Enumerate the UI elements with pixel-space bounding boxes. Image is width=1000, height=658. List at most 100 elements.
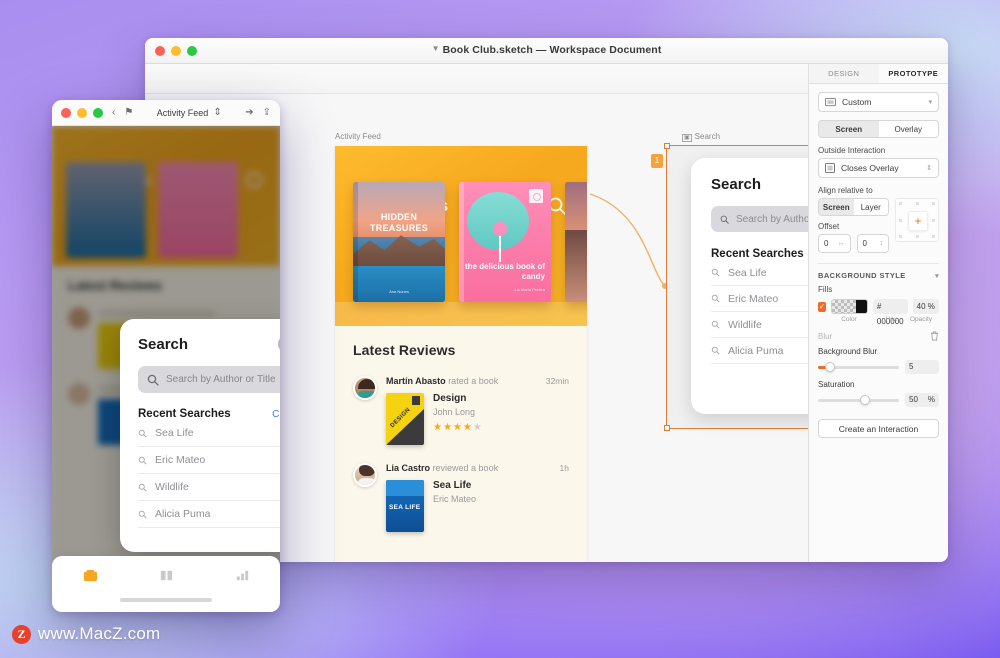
tab-books-icon[interactable] [158,567,175,589]
artboard-activity-feed[interactable]: New Books HIDDEN TREASURES Ana Nunes [335,146,587,562]
background-style-title: BACKGROUND STYLE [818,271,906,280]
search-overlay-title: Search [711,176,762,193]
book-cover-delicious-candy[interactable]: the delicious book of candy Lia Maria Pe… [459,182,551,302]
tab-prototype[interactable]: PROTOTYPE [878,64,948,83]
artboard1-label[interactable]: Activity Feed [335,132,381,141]
close-icon[interactable]: ✕ [278,335,280,353]
book-cover-third[interactable] [565,182,587,302]
artboard-icon: ▣ [682,134,692,142]
screen-overlay-toggle[interactable]: Screen Overlay [818,120,939,138]
share-icon[interactable]: ⇪ [263,107,271,118]
modal-header: Search ✕ [138,335,280,353]
caption-opacity: Opacity [909,316,933,323]
flag-icon[interactable]: ⚑ [124,107,133,118]
search-input[interactable]: Search by Author or Title [138,366,280,393]
background-blur-value[interactable]: 5 [905,360,939,374]
offset-y-value: 0 [862,239,867,248]
recent-searches-heading: Recent Searches [138,408,231,420]
recent-search-item[interactable]: Sea Life [711,260,808,286]
preset-value: Custom [842,97,872,107]
preset-dropdown[interactable]: Custom ▾ [818,92,939,112]
fill-row[interactable]: ✓ # 000000 40 % [818,299,939,326]
star-rating: ★★★★★ [433,422,483,433]
search-icon [711,294,720,303]
align-layer[interactable]: Layer [853,199,888,215]
chevron-left-icon[interactable]: ‹ [112,107,115,118]
outside-interaction-value: Closes Overlay [841,163,899,173]
trash-icon[interactable] [930,331,939,341]
tab-stats-icon[interactable] [234,567,251,589]
align-screen[interactable]: Screen [819,199,854,215]
search-modal[interactable]: Search ✕ Search by Author or Title Recen… [120,319,280,552]
review-action: rated a book [448,376,499,386]
segment-screen[interactable]: Screen [819,121,879,137]
watermark-text: www.MacZ.com [38,624,161,643]
preview-screen[interactable]: New Books Latest Reviews [52,126,280,612]
saturation-slider[interactable]: 50 % [818,393,939,407]
watermark-logo: Z [12,624,31,644]
fill-enabled-checkbox[interactable]: ✓ [818,301,827,312]
book-cover-sea-life[interactable]: SEA LIFE [386,480,424,532]
hotspot-badge[interactable]: 1 [651,154,663,168]
book-cover-design[interactable]: DESIGN [386,393,424,445]
tab-design[interactable]: DESIGN [809,64,879,83]
outside-interaction-dropdown[interactable]: Closes Overlay ⇕ [818,158,939,178]
slider-track[interactable] [818,362,899,372]
align-position-pad[interactable]: + [895,198,939,242]
slider-track[interactable] [818,395,899,405]
review-row[interactable]: Martín Abasto rated a book 32min DESIGN [353,376,569,445]
preview-traffic-lights[interactable] [61,107,103,118]
caption-color: Color [841,316,857,323]
artboard-handle[interactable] [664,143,670,149]
plus-icon[interactable]: + [908,211,928,231]
saturation-value[interactable]: 50 % [905,393,939,407]
color-swatch[interactable] [831,299,868,314]
chevron-down-icon: ▾ [928,99,932,106]
artboard2-label[interactable]: ▣ Search [682,132,720,142]
artboard-selector[interactable]: Activity Feed ⇕ [142,107,236,118]
recent-search-item[interactable]: Eric Mateo [711,286,808,312]
recent-search-item[interactable]: Wildlife [138,474,280,501]
preview-minimize-button[interactable] [77,107,87,118]
recent-search-item[interactable]: Eric Mateo [138,447,280,474]
screen-icon [825,97,836,106]
search-input[interactable]: Search by Author or Title [711,206,808,232]
inspector-tabs[interactable]: DESIGN PROTOTYPE [809,64,948,84]
cover-word: SEA LIFE [389,504,421,511]
background-style-header[interactable]: BACKGROUND STYLE ▾ [818,263,939,280]
book-title-2: the delicious book of candy [464,262,545,281]
book-title: Design [433,393,467,404]
title-caret-icon[interactable]: ▼ [432,44,440,53]
search-icon [138,429,147,437]
fills-label: Fills [818,285,833,294]
watermark: Z www.MacZ.com [12,624,160,644]
search-icon [147,374,159,386]
hex-field[interactable]: # 000000 [872,299,908,326]
clear-button[interactable]: Clear [272,409,280,420]
recent-search-item[interactable]: Sea Life [138,420,280,447]
search-overlay-layer: Search Search by Author or Title Recent … [691,158,808,414]
recent-search-item[interactable]: Alicia Puma [138,501,280,528]
recent-search-label: Wildlife [155,481,189,493]
arrow-right-circle-icon[interactable]: ➔ [245,107,253,118]
recent-search-item[interactable]: Alicia Puma [711,338,808,364]
create-interaction-button[interactable]: Create an Interaction [818,419,939,438]
opacity-field[interactable]: 40 % [912,299,939,314]
book-cover-hidden-treasures[interactable]: HIDDEN TREASURES Ana Nunes [353,182,445,302]
recent-search-label: Sea Life [155,427,194,439]
preview-close-button[interactable] [61,107,71,118]
segment-overlay[interactable]: Overlay [878,121,938,137]
background-blur-slider[interactable]: 5 [818,360,939,374]
align-relative-toggle[interactable]: Screen Layer [818,198,889,216]
offset-x-field[interactable]: 0 ↔ [818,234,851,253]
offset-y-field[interactable]: 0 ↕ [856,234,889,253]
artboard-handle[interactable] [664,425,670,431]
book-author-2: Lia Maria Pereira [514,287,545,292]
tab-library-icon[interactable] [82,567,99,589]
chevron-down-icon[interactable]: ▾ [935,272,939,280]
recent-search-item[interactable]: Wildlife [711,312,808,338]
preview-maximize-button[interactable] [93,107,103,118]
review-row[interactable]: Lia Castro reviewed a book 1h SEA LIFE S… [353,463,569,532]
outside-interaction-label: Outside Interaction [818,146,886,155]
artboard-search[interactable]: 1 Search Search by Author or Title Recen… [651,143,808,431]
